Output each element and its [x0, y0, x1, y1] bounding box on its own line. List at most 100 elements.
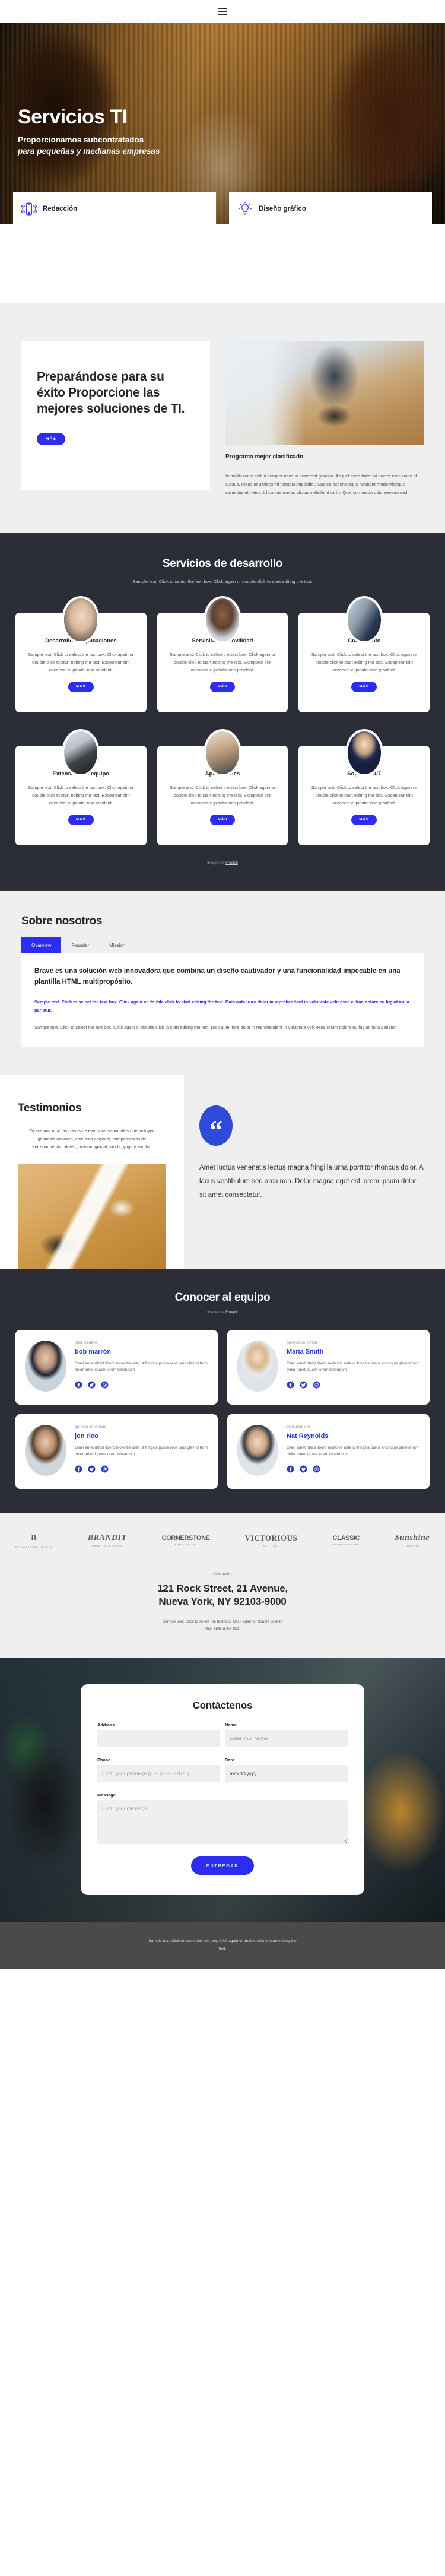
testimonials-left: Testimonios Ofrecemos muchas clases de e…	[0, 1075, 184, 1269]
contact-row-1: Address Name	[97, 1722, 348, 1747]
service-card-more-button[interactable]: MÁS	[68, 815, 94, 826]
twitter-icon[interactable]	[300, 1381, 307, 1389]
date-input[interactable]	[225, 1765, 348, 1782]
twitter-icon[interactable]	[300, 1465, 307, 1473]
avatar	[237, 1340, 278, 1392]
address-body: Sample text. Click to select the text bo…	[162, 1620, 283, 1631]
service-card[interactable]: Extensión del equipo Sample text. Click …	[15, 729, 147, 846]
phone-input[interactable]	[97, 1765, 220, 1782]
facebook-icon[interactable]	[75, 1381, 82, 1389]
partner-logo-sub: CREATIVE AGENCY	[91, 1545, 123, 1548]
tab-overview[interactable]: Overview	[21, 937, 62, 954]
instagram-icon[interactable]	[313, 1381, 320, 1389]
message-textarea[interactable]	[97, 1800, 348, 1845]
service-card-text: Sample text. Click to select the text bo…	[28, 785, 134, 806]
message-field-group: Message	[97, 1792, 348, 1847]
feature-card-title: Redacción	[43, 205, 78, 213]
service-card-more-button[interactable]: MÁS	[351, 682, 377, 693]
contact-section: Contáctenos Address Name Phone Date	[0, 1658, 445, 1923]
mobile-signal-icon	[21, 201, 37, 217]
development-services-title: Servicios de desarrollo	[162, 557, 283, 571]
address-label: Ubicación	[213, 1571, 232, 1576]
hero-subtitle-line2: para pequeñas y medianas empresas	[18, 146, 160, 156]
team-member-socials	[75, 1381, 208, 1389]
address-field-group: Address	[97, 1722, 220, 1747]
partner-logo-sub: PREMIUM BRAND	[332, 1544, 360, 1547]
about-section: Sobre nosotros Overview Founder Mission …	[0, 891, 445, 1075]
preparing-caption: Programa mejor clasificado	[225, 454, 304, 460]
team-credit-prefix: Imagen de	[207, 1310, 226, 1314]
partner-logo: CLASSIC PREMIUM BRAND	[332, 1535, 360, 1546]
team-member-card[interactable]: gerente de ventas María Smith Glavi amet…	[227, 1329, 430, 1405]
team-member-card[interactable]: consultor jefe Nat Reynolds Glavi amet r…	[227, 1414, 430, 1489]
feature-card-title: Diseño gráfico	[259, 205, 306, 213]
hero-banner: Servicios TI Proporcionamos subcontratad…	[0, 23, 445, 224]
service-card-row-2: Extensión del equipo Sample text. Click …	[0, 712, 445, 846]
address-input[interactable]	[97, 1730, 220, 1747]
testimonials-photo	[18, 1164, 166, 1269]
image-credit-link[interactable]: Freepik	[225, 861, 238, 865]
hero-title: Servicios TI	[18, 106, 128, 128]
team-credit-link[interactable]: Freepik	[225, 1310, 238, 1314]
partner-logo-mark: Sunshine	[395, 1533, 430, 1543]
phone-field-group: Phone	[97, 1757, 220, 1782]
service-card-more-button[interactable]: MÁS	[68, 682, 94, 693]
team-member-socials	[287, 1381, 420, 1389]
twitter-icon[interactable]	[88, 1381, 96, 1389]
team-card-grid: líder creativo bob marrón Glavi amet rit…	[0, 1314, 445, 1489]
about-tabs: Overview Founder Mission	[21, 937, 424, 954]
team-member-info: gerente de ventas jon rico Glavi amet ri…	[75, 1425, 208, 1476]
hamburger-menu-icon[interactable]	[218, 8, 227, 15]
team-member-socials	[75, 1465, 208, 1473]
service-card[interactable]: Aplicaciones Sample text. Click to selec…	[157, 729, 288, 846]
service-card[interactable]: Consultante Sample text. Click to select…	[298, 596, 430, 713]
partner-logo-sub: BUILDING CO	[174, 1544, 197, 1547]
service-card[interactable]: Desarrollo de aplicaciones Sample text. …	[15, 596, 147, 713]
preparing-photo	[225, 341, 424, 445]
avatar	[203, 729, 241, 777]
team-section: Conocer al equipo Imagen de Freepik líde…	[0, 1268, 445, 1513]
facebook-icon[interactable]	[287, 1381, 294, 1389]
avatar	[345, 729, 383, 777]
hero-subtitle: Proporcionamos subcontratados para peque…	[18, 134, 214, 157]
partner-logo: BRANDIT CREATIVE AGENCY	[88, 1533, 127, 1547]
service-card[interactable]: Soporte 24/7 Sample text. Click to selec…	[298, 729, 430, 846]
team-member-name: María Smith	[287, 1348, 324, 1355]
contact-title: Contáctenos	[192, 1700, 253, 1712]
team-member-card[interactable]: líder creativo bob marrón Glavi amet rit…	[15, 1329, 218, 1405]
team-member-info: gerente de ventas María Smith Glavi amet…	[287, 1341, 420, 1392]
facebook-icon[interactable]	[75, 1465, 82, 1473]
lightbulb-icon	[237, 201, 253, 217]
address-field-label: Address	[97, 1722, 115, 1728]
submit-button[interactable]: ENTREGAR	[190, 1856, 255, 1875]
preparing-body: In mollis nunc sed id semper risus in he…	[225, 473, 417, 496]
tab-mission[interactable]: Mission	[99, 937, 135, 953]
partner-logo: CORNERSTONE BUILDING CO	[162, 1535, 210, 1546]
tab-founder[interactable]: Founder	[61, 937, 99, 953]
instagram-icon[interactable]	[101, 1381, 109, 1389]
team-member-info: líder creativo bob marrón Glavi amet rit…	[75, 1341, 208, 1392]
name-input[interactable]	[225, 1730, 348, 1747]
twitter-icon[interactable]	[88, 1465, 96, 1473]
contact-form: Contáctenos Address Name Phone Date	[81, 1684, 364, 1896]
facebook-icon[interactable]	[287, 1465, 294, 1473]
service-card-text: Sample text. Click to select the text bo…	[170, 652, 275, 673]
about-panel-heading: Brave es una solución web innovadora que…	[34, 968, 401, 986]
preparing-more-button[interactable]: MÁS	[37, 432, 66, 445]
address-lines: 121 Rock Street, 21 Avenue, Nueva York, …	[0, 1582, 445, 1609]
preparing-grid: Preparándose para su éxito Proporcione l…	[0, 341, 445, 497]
message-field-label: Message	[97, 1792, 116, 1798]
feature-card-grid: Redacción Sample text. Click to select t…	[13, 192, 432, 224]
instagram-icon[interactable]	[101, 1465, 109, 1473]
feature-card-diseno-grafico[interactable]: Diseño gráfico Sample text. Click to sel…	[229, 192, 432, 224]
team-member-card[interactable]: gerente de ventas jon rico Glavi amet ri…	[15, 1414, 218, 1489]
feature-card-redaccion[interactable]: Redacción Sample text. Click to select t…	[13, 192, 216, 224]
partner-logo: R RENAISSANCE HOTELS	[15, 1533, 53, 1548]
service-card-text: Sample text. Click to select the text bo…	[311, 785, 417, 806]
service-card[interactable]: Servicios de movilidad Sample text. Clic…	[157, 596, 288, 713]
instagram-icon[interactable]	[313, 1465, 320, 1473]
service-card-more-button[interactable]: MÁS	[209, 815, 236, 826]
service-card-more-button[interactable]: MÁS	[209, 682, 236, 693]
partner-logo-mark: R	[31, 1532, 37, 1542]
service-card-more-button[interactable]: MÁS	[351, 815, 377, 826]
